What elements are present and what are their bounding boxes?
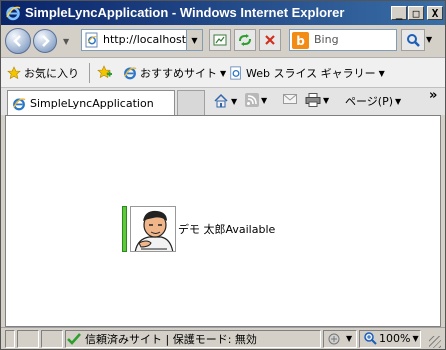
contact-photo-illustration bbox=[131, 207, 175, 251]
suggested-sites-dropdown-icon[interactable]: ▼ bbox=[220, 69, 226, 78]
trusted-site-check-icon bbox=[67, 333, 81, 345]
add-favorite-star-icon bbox=[97, 65, 112, 79]
refresh-button[interactable] bbox=[234, 29, 256, 51]
page-menu-button[interactable]: ページ(P) ▼ bbox=[345, 93, 401, 109]
refresh-icon bbox=[239, 34, 251, 46]
avatar bbox=[130, 206, 176, 252]
web-slice-gallery-dropdown-icon[interactable]: ▼ bbox=[379, 69, 385, 78]
command-bar: SimpleLyncApplication ▼ ▼ ▼ ページ(P) ▼ » bbox=[1, 87, 445, 116]
resize-grip[interactable] bbox=[429, 336, 441, 348]
zone-settings-dropdown-icon[interactable]: ▼ bbox=[346, 334, 352, 343]
search-options-dropdown-icon[interactable]: ▼ bbox=[426, 35, 432, 44]
bing-icon: b bbox=[292, 32, 309, 49]
tab-title: SimpleLyncApplication bbox=[30, 97, 154, 110]
forward-button[interactable] bbox=[33, 29, 57, 53]
mail-icon bbox=[283, 94, 297, 104]
status-panel-3 bbox=[41, 330, 63, 348]
favorites-star-icon bbox=[7, 66, 21, 80]
search-icon bbox=[407, 34, 420, 47]
presence-status-text: Available bbox=[225, 222, 276, 236]
address-input[interactable]: http://localhost bbox=[103, 33, 186, 46]
search-box[interactable]: b Bing bbox=[289, 29, 397, 51]
presence-indicator bbox=[122, 206, 127, 252]
zoom-icon bbox=[364, 332, 377, 345]
print-dropdown-icon[interactable]: ▼ bbox=[323, 96, 329, 105]
compatibility-view-button[interactable] bbox=[209, 29, 231, 51]
favorites-button[interactable]: お気に入り bbox=[7, 65, 79, 81]
new-tab-button[interactable] bbox=[177, 90, 205, 116]
page-content: デモ 太郎 Available bbox=[5, 115, 441, 327]
home-button[interactable]: ▼ bbox=[213, 93, 237, 109]
back-arrow-icon bbox=[13, 35, 21, 47]
compatibility-view-icon bbox=[213, 34, 227, 46]
feeds-button[interactable]: ▼ bbox=[245, 93, 267, 107]
contact-name: デモ 太郎 bbox=[178, 223, 226, 236]
tab-page-icon bbox=[13, 97, 26, 110]
add-to-favorites-bar-button[interactable] bbox=[97, 65, 113, 79]
status-panel-1 bbox=[5, 330, 15, 348]
security-zone-text: 信頼済みサイト | 保護モード: 無効 bbox=[85, 333, 257, 346]
favorites-separator bbox=[89, 63, 90, 83]
page-icon bbox=[85, 32, 98, 48]
web-slice-gallery-label: Web スライス ギャラリー bbox=[246, 67, 376, 80]
page-menu-dropdown-icon: ▼ bbox=[395, 96, 402, 106]
zone-settings-icon bbox=[328, 333, 340, 345]
printer-icon bbox=[305, 93, 321, 107]
suggested-sites-link[interactable]: おすすめサイト ▼ bbox=[123, 65, 226, 81]
page-menu-label: ページ(P) bbox=[345, 95, 393, 108]
search-input[interactable]: Bing bbox=[314, 33, 339, 46]
stop-icon bbox=[265, 35, 275, 45]
maximize-button[interactable]: □ bbox=[408, 6, 424, 20]
address-dropdown-icon[interactable]: ▼ bbox=[186, 30, 202, 50]
title-bar[interactable]: SimpleLyncApplication - Windows Internet… bbox=[1, 1, 445, 25]
status-panel-2 bbox=[17, 330, 39, 348]
home-icon bbox=[214, 93, 228, 108]
minimize-button[interactable]: _ bbox=[391, 6, 407, 20]
print-button[interactable]: ▼ bbox=[305, 93, 329, 107]
address-bar[interactable]: http://localhost ▼ bbox=[81, 29, 203, 51]
back-button[interactable] bbox=[5, 28, 31, 54]
web-slice-gallery-link[interactable]: Web スライス ギャラリー ▼ bbox=[229, 65, 385, 81]
browser-window: SimpleLyncApplication - Windows Internet… bbox=[0, 0, 446, 350]
close-button[interactable]: X bbox=[427, 6, 443, 20]
window-title: SimpleLyncApplication - Windows Internet… bbox=[25, 5, 345, 20]
more-commands-chevron-icon[interactable]: » bbox=[429, 88, 437, 103]
rss-feed-icon bbox=[245, 93, 259, 107]
web-slice-page-icon bbox=[230, 66, 241, 80]
favorites-bar: お気に入り おすすめサイト ▼ Web スライス ギャラリー ▼ bbox=[1, 57, 445, 87]
zoom-dropdown-icon[interactable]: ▼ bbox=[412, 334, 418, 343]
zoom-level: 100% bbox=[379, 331, 411, 345]
zoom-control[interactable]: 100% ▼ bbox=[363, 331, 419, 345]
suggested-sites-label: おすすめサイト bbox=[140, 67, 217, 80]
contact-card[interactable]: デモ 太郎 Available bbox=[122, 206, 275, 252]
stop-button[interactable] bbox=[259, 29, 281, 51]
favorites-label: お気に入り bbox=[24, 67, 79, 80]
status-bar: 信頼済みサイト | 保護モード: 無効 ▼ 100% ▼ bbox=[1, 327, 445, 349]
feeds-dropdown-icon[interactable]: ▼ bbox=[261, 96, 267, 105]
home-dropdown-icon[interactable]: ▼ bbox=[231, 97, 237, 106]
tab-simplelyncapplication[interactable]: SimpleLyncApplication bbox=[7, 90, 175, 116]
history-dropdown-icon[interactable]: ▼ bbox=[63, 37, 69, 46]
security-zone[interactable]: 信頼済みサイト | 保護モード: 無効 bbox=[67, 331, 257, 347]
suggested-sites-ie-icon bbox=[124, 67, 137, 80]
search-button[interactable] bbox=[401, 29, 425, 51]
forward-arrow-icon bbox=[42, 35, 50, 47]
read-mail-button[interactable] bbox=[283, 93, 297, 105]
protected-mode-panel[interactable]: ▼ bbox=[323, 330, 357, 348]
navigation-bar: ▼ http://localhost ▼ b Bing ▼ bbox=[1, 25, 445, 57]
internet-explorer-icon bbox=[6, 6, 21, 21]
